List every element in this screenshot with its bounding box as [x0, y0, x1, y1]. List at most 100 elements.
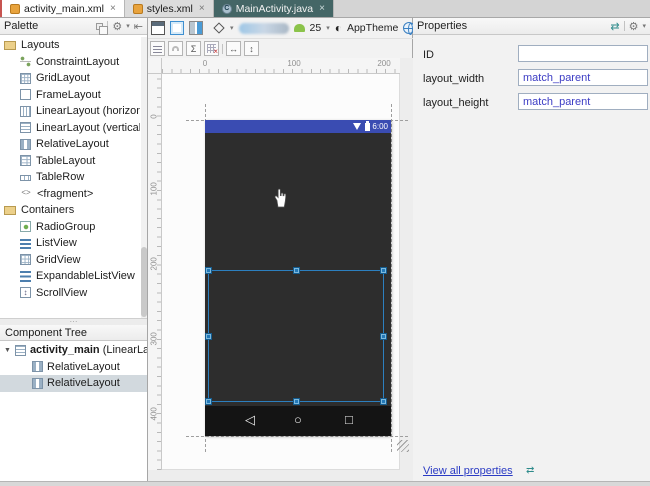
palette-item-constraintlayout[interactable]: ConstraintLayout	[0, 54, 140, 71]
component-tree: ▼ activity_main (LinearLay RelativeLayou…	[0, 342, 147, 392]
resize-handle-n[interactable]	[293, 267, 300, 274]
design-editor: ▾ 25 ▾ ◐ AppTheme Σ × ↔ ↕ 0 100 200 0 10…	[148, 18, 416, 481]
chevron-down-icon[interactable]: ▾	[126, 22, 130, 30]
scrollview-icon: ↕	[20, 287, 31, 299]
horizontal-ruler: 0 100 200	[162, 58, 400, 74]
resize-handle-nw[interactable]	[205, 267, 212, 274]
properties-title: Properties	[417, 20, 468, 32]
palette-item-listview[interactable]: ListView	[0, 235, 140, 252]
palette-item-relativelayout[interactable]: RelativeLayout	[0, 136, 140, 153]
android-api-icon	[293, 24, 305, 32]
home-icon: ○	[294, 412, 302, 427]
gear-icon[interactable]: ⚙	[112, 20, 122, 33]
scrollbar-thumb[interactable]	[141, 247, 147, 317]
palette-item-gridview[interactable]: GridView	[0, 252, 140, 269]
infer-constraints-icon[interactable]: Σ	[186, 41, 201, 56]
theme-selector[interactable]: AppTheme	[347, 22, 398, 34]
palette-scrollbar[interactable]	[141, 37, 147, 318]
design-toolbar-top: ▾ 25 ▾ ◐ AppTheme	[148, 18, 416, 39]
design-toolbar-bottom: Σ × ↔ ↕	[148, 39, 413, 58]
hide-panel-icon[interactable]: ⇤	[134, 20, 143, 33]
palette-item-linearlayout-horizontal[interactable]: LinearLayout (horizontal)	[0, 103, 140, 120]
palette-item-tablelayout[interactable]: TableLayout	[0, 153, 140, 170]
chevron-down-icon[interactable]: ▾	[230, 24, 234, 32]
gear-icon[interactable]: ⚙	[629, 20, 639, 33]
palette-title: Palette	[4, 20, 39, 32]
linearlayout-icon	[14, 344, 26, 356]
resize-handle-e[interactable]	[380, 333, 387, 340]
copy-icon[interactable]	[96, 22, 109, 35]
component-tree-title: Component Tree	[5, 326, 87, 339]
back-icon: ◁	[245, 412, 255, 427]
resize-handle-w[interactable]	[205, 333, 212, 340]
view-all-properties-link[interactable]: View all properties	[423, 465, 513, 477]
palette-section-containers[interactable]: Containers	[0, 202, 140, 219]
palette-item-framelayout[interactable]: FrameLayout	[0, 87, 140, 104]
panel-splitter[interactable]: ···	[0, 318, 147, 326]
resize-handle-sw[interactable]	[205, 398, 212, 405]
constraintlayout-icon	[20, 56, 31, 68]
api-level-selector[interactable]: 25	[310, 22, 322, 34]
palette-item-radiogroup[interactable]: RadioGroup	[0, 219, 140, 236]
layout-width-label: layout_width	[423, 73, 485, 85]
android-studio-designer: activity_main.xml × styles.xml × C MainA…	[0, 0, 650, 486]
palette-section-layouts[interactable]: Layouts	[0, 37, 140, 54]
properties-header: Properties ⇄ ⚙ ▾	[413, 18, 650, 35]
window-bottom-strip	[0, 481, 650, 486]
close-icon[interactable]: ×	[108, 3, 116, 14]
expand-collapse-icon[interactable]: ▼	[4, 347, 11, 354]
tab-mainactivity-java[interactable]: C MainActivity.java ×	[213, 0, 334, 17]
autoconnect-icon[interactable]	[168, 41, 183, 56]
clear-constraints-icon[interactable]: ×	[204, 41, 219, 56]
gridlayout-icon	[20, 72, 31, 84]
blueprint-view-icon[interactable]	[170, 21, 184, 35]
expand-horizontal-icon[interactable]: ↔	[226, 41, 241, 56]
editor-tab-bar: activity_main.xml × styles.xml × C MainA…	[0, 0, 650, 18]
palette-header: Palette ⚙ ▾ ⇤	[0, 18, 147, 35]
device-bound-guide-right	[391, 104, 392, 452]
folder-icon	[4, 205, 16, 215]
resize-handle-se[interactable]	[380, 398, 387, 405]
tree-row-relativelayout-1[interactable]: RelativeLayout	[0, 359, 147, 376]
palette-item-scrollview[interactable]: ↕ ScrollView	[0, 285, 140, 302]
xml-file-icon	[10, 3, 20, 14]
palette-item-fragment[interactable]: <> <fragment>	[0, 186, 140, 203]
tab-styles-xml[interactable]: styles.xml ×	[124, 0, 214, 17]
palette-item-gridlayout[interactable]: GridLayout	[0, 70, 140, 87]
close-icon[interactable]: ×	[197, 3, 205, 14]
chevron-down-icon[interactable]: ▾	[642, 22, 646, 30]
id-field[interactable]	[518, 45, 648, 62]
expand-vertical-icon[interactable]: ↕	[244, 41, 259, 56]
both-views-icon[interactable]	[189, 21, 203, 35]
chevron-down-icon[interactable]: ▾	[326, 24, 330, 32]
close-icon[interactable]: ×	[317, 3, 325, 14]
show-decorations-icon[interactable]	[150, 41, 165, 56]
gridview-icon	[20, 254, 31, 266]
tab-activity-main-xml[interactable]: activity_main.xml ×	[0, 0, 125, 17]
fragment-icon: <>	[21, 188, 31, 198]
divider	[222, 43, 223, 54]
tree-row-activity-main[interactable]: ▼ activity_main (LinearLay	[0, 342, 147, 359]
palette-item-linearlayout-vertical[interactable]: LinearLayout (vertical)	[0, 120, 140, 137]
layout-width-field[interactable]	[518, 69, 648, 86]
canvas-resize-grip[interactable]	[397, 440, 409, 452]
design-view-icon[interactable]	[151, 21, 165, 35]
design-canvas[interactable]: 0 100 200 0 100 200 300 400 6:00 ◁ ○ □	[148, 58, 413, 481]
device-bound-guide-bottom	[186, 436, 408, 437]
swap-panels-icon[interactable]: ⇄	[610, 20, 619, 33]
device-selector[interactable]	[238, 22, 289, 34]
tab-label: MainActivity.java	[235, 2, 314, 15]
orientation-icon[interactable]	[213, 22, 225, 34]
android-status-bar: 6:00	[205, 120, 391, 133]
theme-icon: ◐	[334, 21, 342, 35]
tab-label: activity_main.xml	[24, 2, 104, 15]
resize-handle-ne[interactable]	[380, 267, 387, 274]
tablerow-icon	[20, 175, 31, 182]
palette-item-tablerow[interactable]: TableRow	[0, 169, 140, 186]
tree-row-relativelayout-2[interactable]: RelativeLayout	[0, 375, 147, 392]
resize-handle-s[interactable]	[293, 398, 300, 405]
layout-height-field[interactable]	[518, 93, 648, 110]
palette-item-expandablelistview[interactable]: ExpandableListView	[0, 268, 140, 285]
folder-icon	[4, 40, 16, 50]
selected-relativelayout-outline[interactable]	[205, 267, 387, 405]
